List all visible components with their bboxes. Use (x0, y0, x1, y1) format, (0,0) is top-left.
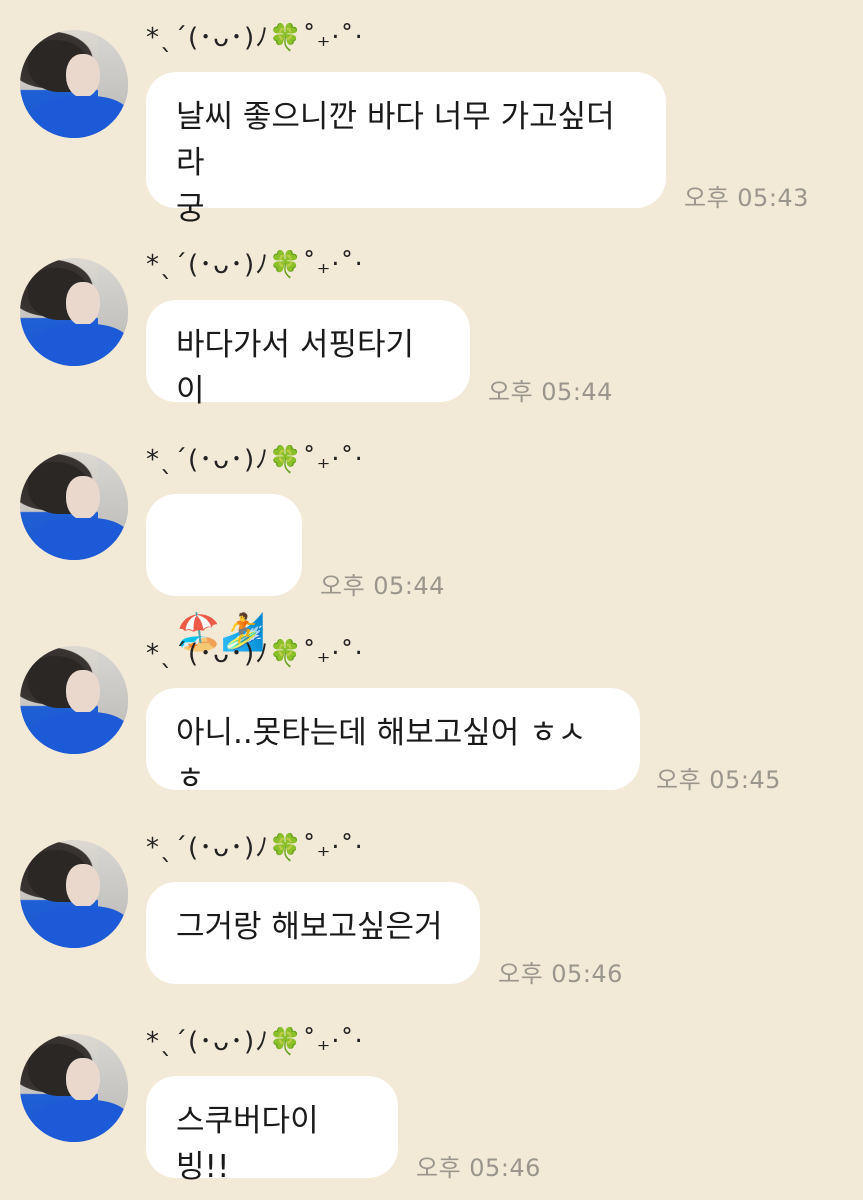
chat-transcript: *ˎˊ(･ᴗ･)ﾉ🍀˚₊‧˚‧ 날씨 좋으니깐 바다 너무 가고싶더라 궁 오후… (0, 0, 863, 1200)
message-time: 오후 05:46 (498, 960, 623, 988)
sender-name: *ˎˊ(･ᴗ･)ﾉ🍀˚₊‧˚‧ (146, 23, 364, 53)
avatar[interactable] (20, 840, 128, 948)
avatar[interactable] (20, 258, 128, 366)
message-time: 오후 05:44 (488, 378, 613, 406)
message-time: 오후 05:43 (684, 184, 809, 212)
avatar[interactable] (20, 646, 128, 754)
message-bubble[interactable]: 아니..못타는데 해보고싶어 ㅎㅅㅎ (146, 688, 640, 797)
message-time: 오후 05:46 (416, 1154, 541, 1182)
avatar[interactable] (20, 30, 128, 138)
sender-name: *ˎˊ(･ᴗ･)ﾉ🍀˚₊‧˚‧ (146, 833, 364, 863)
message-bubble[interactable]: 스쿠버다이빙!! (146, 1076, 398, 1185)
message-bubble[interactable]: 그거랑 해보고싶은거 (146, 882, 480, 984)
avatar[interactable] (20, 1034, 128, 1142)
message-bubble[interactable]: 날씨 좋으니깐 바다 너무 가고싶더라 궁 (146, 72, 666, 227)
message-time: 오후 05:44 (320, 572, 445, 600)
message-bubble[interactable]: 바다가서 서핑타기이 (146, 300, 470, 409)
sender-name: *ˎˊ(･ᴗ･)ﾉ🍀˚₊‧˚‧ (146, 250, 364, 280)
avatar[interactable] (20, 452, 128, 560)
sender-name: *ˎˊ(･ᴗ･)ﾉ🍀˚₊‧˚‧ (146, 445, 364, 475)
sender-name: *ˎˊ(･ᴗ･)ﾉ🍀˚₊‧˚‧ (146, 1027, 364, 1057)
message-time: 오후 05:45 (656, 766, 781, 794)
message-bubble[interactable]: 🏖️🏄 (146, 494, 302, 653)
sender-name: *ˎˊ(･ᴗ･)ﾉ🍀˚₊‧˚‧ (146, 639, 364, 669)
